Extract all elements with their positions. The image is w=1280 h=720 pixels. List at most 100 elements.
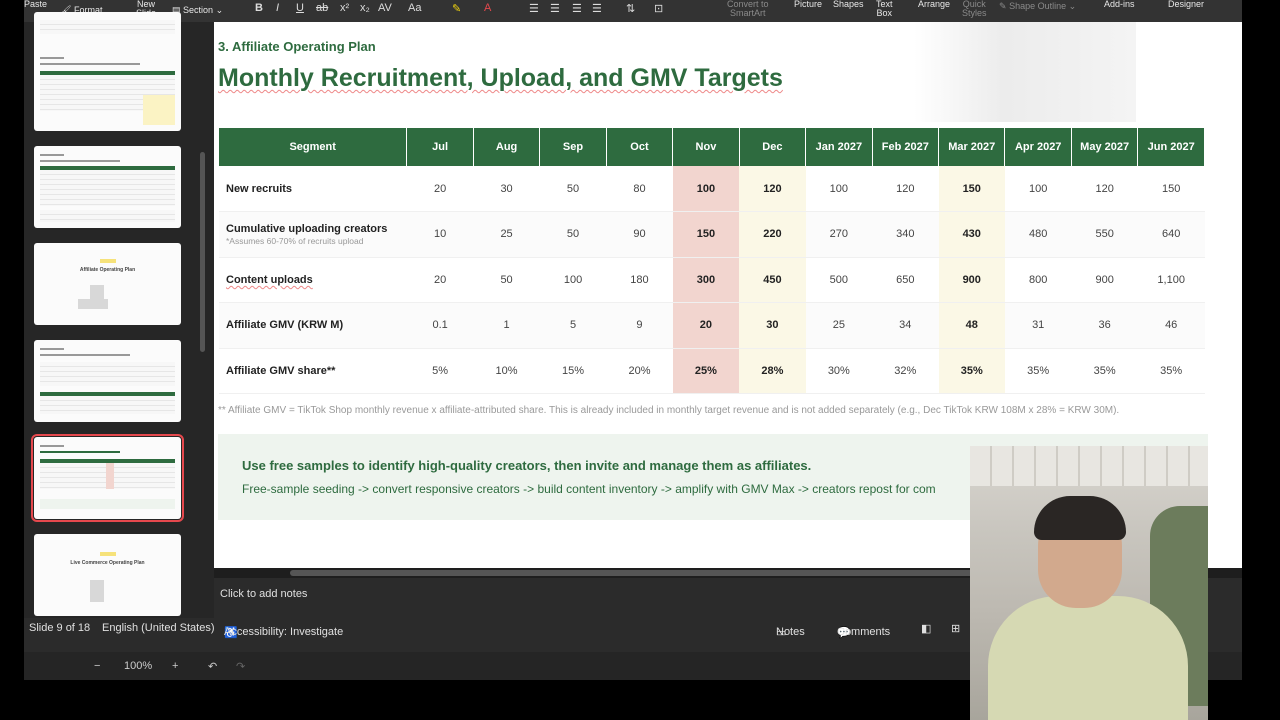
table-cell[interactable]: 9: [606, 302, 673, 349]
language-indicator[interactable]: English (United States): [102, 622, 215, 634]
table-cell[interactable]: 180: [606, 257, 673, 303]
table-cell[interactable]: 35%: [1071, 348, 1138, 394]
shape-outline-button[interactable]: ✎ Shape Outline ⌄: [999, 2, 1076, 11]
zoom-level[interactable]: 100%: [124, 660, 152, 672]
table-cell[interactable]: 36: [1071, 302, 1138, 349]
segment-cell[interactable]: Affiliate GMV share**: [219, 348, 407, 394]
table-cell[interactable]: 35%: [1137, 348, 1205, 394]
quick-styles-button[interactable]: Quick Styles: [962, 0, 987, 18]
table-cell[interactable]: 10: [406, 211, 474, 258]
table-cell[interactable]: 35%: [1004, 348, 1072, 394]
convert-smartart-button[interactable]: Convert to SmartArt: [727, 0, 769, 18]
table-cell[interactable]: 46: [1137, 302, 1205, 349]
slide-sorter-icon[interactable]: ⊞: [951, 622, 960, 635]
table-cell[interactable]: 100: [1004, 166, 1072, 212]
table-cell[interactable]: 0.1: [406, 302, 474, 349]
slide-thumbnail[interactable]: Live Commerce Operating Plan: [34, 534, 181, 616]
table-cell[interactable]: 100: [805, 166, 873, 212]
table-cell[interactable]: 30: [739, 302, 806, 349]
table-cell[interactable]: 28%: [739, 348, 806, 394]
table-cell[interactable]: 150: [672, 211, 740, 258]
table-cell[interactable]: 480: [1004, 211, 1072, 258]
table-cell[interactable]: 150: [938, 166, 1005, 212]
thumbnails-scrollbar[interactable]: [200, 152, 205, 352]
table-cell[interactable]: 10%: [473, 348, 540, 394]
targets-table[interactable]: Segment Jul Aug Sep Oct Nov Dec Jan 2027…: [219, 128, 1205, 394]
underline-icon[interactable]: U: [296, 2, 304, 14]
picture-button[interactable]: Picture: [794, 0, 822, 9]
table-cell[interactable]: 430: [938, 211, 1005, 258]
undo-icon[interactable]: ↶: [208, 660, 217, 673]
table-cell[interactable]: 31: [1004, 302, 1072, 349]
table-cell[interactable]: 100: [539, 257, 607, 303]
table-cell[interactable]: 20%: [606, 348, 673, 394]
table-cell[interactable]: 300: [672, 257, 740, 303]
table-cell[interactable]: 20: [406, 257, 474, 303]
table-cell[interactable]: 35%: [938, 348, 1005, 394]
table-cell[interactable]: 50: [539, 166, 607, 212]
table-cell[interactable]: 25: [473, 211, 540, 258]
subscript-icon[interactable]: x₂: [360, 2, 370, 14]
table-cell[interactable]: 34: [872, 302, 939, 349]
table-cell[interactable]: 340: [872, 211, 939, 258]
zoom-out-button[interactable]: −: [94, 660, 100, 672]
character-spacing-icon[interactable]: AV: [378, 2, 392, 14]
add-ins-button[interactable]: Add-ins: [1104, 0, 1135, 9]
table-cell[interactable]: 1,100: [1137, 257, 1205, 303]
table-cell[interactable]: 120: [1071, 166, 1138, 212]
segment-cell[interactable]: Affiliate GMV (KRW M): [219, 302, 407, 349]
zoom-in-button[interactable]: +: [172, 660, 178, 672]
table-cell[interactable]: 50: [473, 257, 540, 303]
table-cell[interactable]: 5%: [406, 348, 474, 394]
text-box-button[interactable]: Text Box: [876, 0, 893, 18]
table-cell[interactable]: 900: [1071, 257, 1138, 303]
font-color-icon[interactable]: A: [484, 2, 491, 14]
italic-icon[interactable]: I: [276, 2, 279, 14]
slide-thumbnail-current[interactable]: [31, 434, 184, 522]
align-left-icon[interactable]: ☰: [529, 2, 539, 15]
text-direction-icon[interactable]: ⇅: [626, 2, 635, 15]
table-cell[interactable]: 450: [739, 257, 806, 303]
designer-button[interactable]: Designer: [1168, 0, 1204, 9]
table-cell[interactable]: 100: [672, 166, 740, 212]
arrange-button[interactable]: Arrange: [918, 0, 950, 9]
shapes-button[interactable]: Shapes: [833, 0, 864, 9]
segment-cell[interactable]: New recruits: [219, 166, 407, 212]
table-cell[interactable]: 120: [872, 166, 939, 212]
table-cell[interactable]: 640: [1137, 211, 1205, 258]
table-cell[interactable]: 120: [739, 166, 806, 212]
superscript-icon[interactable]: x²: [340, 2, 349, 14]
table-cell[interactable]: 90: [606, 211, 673, 258]
bold-icon[interactable]: B: [255, 2, 263, 14]
slide-thumbnail[interactable]: [34, 146, 181, 228]
slide-thumbnail[interactable]: Affiliate Operating Plan: [34, 243, 181, 325]
text-case-icon[interactable]: Aa: [408, 2, 421, 14]
table-cell[interactable]: 150: [1137, 166, 1205, 212]
slide-thumbnail[interactable]: [34, 49, 181, 131]
normal-view-icon[interactable]: ◧: [921, 622, 931, 635]
align-text-icon[interactable]: ⊡: [654, 2, 663, 15]
table-cell[interactable]: 48: [938, 302, 1005, 349]
table-cell[interactable]: 220: [739, 211, 806, 258]
segment-cell[interactable]: Cumulative uploading creators *Assumes 60…: [219, 211, 407, 258]
table-cell[interactable]: 500: [805, 257, 873, 303]
table-cell[interactable]: 900: [938, 257, 1005, 303]
justify-icon[interactable]: ☰: [592, 2, 602, 15]
table-cell[interactable]: 80: [606, 166, 673, 212]
highlight-icon[interactable]: ✎: [452, 2, 461, 15]
table-cell[interactable]: 20: [672, 302, 740, 349]
slide-thumbnail[interactable]: [34, 340, 181, 422]
slide-title[interactable]: Monthly Recruitment, Upload, and GMV Tar…: [218, 64, 783, 93]
strikethrough-icon[interactable]: ab: [316, 2, 328, 14]
table-cell[interactable]: 25: [805, 302, 873, 349]
redo-icon[interactable]: ↷: [236, 660, 245, 673]
table-cell[interactable]: 5: [539, 302, 607, 349]
table-cell[interactable]: 1: [473, 302, 540, 349]
table-cell[interactable]: 800: [1004, 257, 1072, 303]
table-cell[interactable]: 30%: [805, 348, 873, 394]
table-cell[interactable]: 550: [1071, 211, 1138, 258]
footnote[interactable]: ** Affiliate GMV = TikTok Shop monthly r…: [218, 404, 1198, 417]
align-right-icon[interactable]: ☰: [572, 2, 582, 15]
align-center-icon[interactable]: ☰: [550, 2, 560, 15]
segment-cell[interactable]: Content uploads: [219, 257, 407, 303]
